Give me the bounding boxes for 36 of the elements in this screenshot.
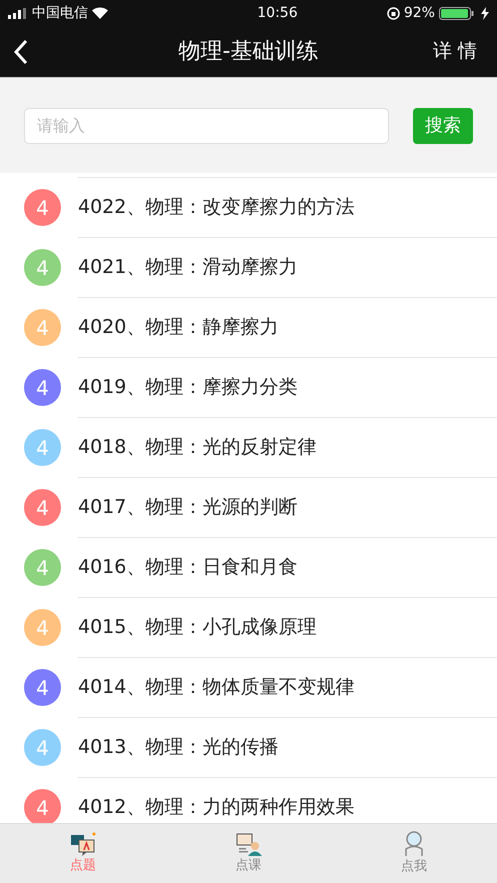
charging-icon	[480, 6, 489, 20]
level-badge: 4	[24, 669, 61, 706]
details-link[interactable]: 详 情	[432, 37, 477, 66]
wifi-icon	[92, 7, 108, 19]
page-title: 物理-基础训练	[178, 38, 318, 66]
item-title: 4012、物理：力的两种作用效果	[78, 795, 354, 820]
level-badge: 4	[24, 369, 61, 406]
carrier-name: 中国电信	[32, 4, 88, 22]
item-title: 4022、物理：改变摩擦力的方法	[78, 195, 354, 220]
item-title: 4019、物理：摩擦力分类	[78, 375, 298, 400]
back-button[interactable]	[14, 38, 28, 64]
item-title: 4015、物理：小孔成像原理	[78, 615, 316, 640]
chat-bubbles-icon	[70, 832, 96, 856]
level-badge: 4	[24, 309, 61, 346]
level-badge: 4	[24, 789, 61, 823]
level-badge: 4	[24, 489, 61, 526]
level-badge: 4	[24, 189, 61, 226]
item-title: 4016、物理：日食和月食	[78, 555, 298, 580]
item-title: 4018、物理：光的反射定律	[78, 435, 316, 460]
item-title: 4020、物理：静摩擦力	[78, 315, 278, 340]
user-icon	[403, 830, 426, 857]
signal-icon	[8, 8, 28, 18]
level-badge: 4	[24, 249, 61, 286]
item-title: 4021、物理：滑动摩擦力	[78, 255, 298, 280]
level-badge: 4	[24, 729, 61, 766]
level-badge: 4	[24, 549, 61, 586]
clock-time: 10:56	[257, 4, 298, 22]
item-title: 4014、物理：物体质量不变规律	[78, 675, 354, 700]
level-badge: 4	[24, 609, 61, 646]
search-field[interactable]: 请输入	[24, 108, 389, 144]
item-title: 4013、物理：光的传播	[78, 735, 278, 760]
level-badge: 4	[24, 429, 61, 466]
battery-percent: 92%	[404, 4, 435, 22]
item-title: 4017、物理：光源的判断	[78, 495, 298, 520]
rotation-lock-icon	[386, 6, 400, 20]
teacher-icon	[236, 832, 262, 856]
